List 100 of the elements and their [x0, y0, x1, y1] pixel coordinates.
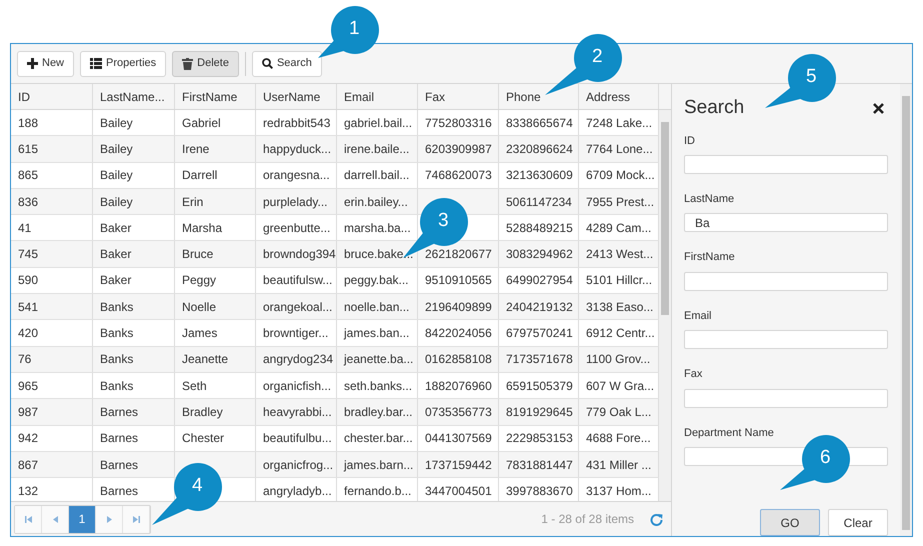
table-cell-text: noelle.ban...	[344, 298, 410, 316]
callout-tooltip	[780, 435, 850, 490]
panel-title: Search	[684, 96, 744, 120]
refresh-icon[interactable]	[650, 512, 663, 526]
table-cell-text: 1737159442	[425, 456, 492, 474]
table-cell-text: 7955 Prest...	[586, 194, 654, 211]
table-cell-text: fernando.b...	[344, 482, 412, 500]
table-cell-text: 1100 Grov...	[586, 351, 650, 368]
table-cell-text: browndog394	[263, 246, 336, 264]
toolbar-button[interactable]: Delete	[172, 50, 239, 76]
page-button[interactable]	[15, 506, 42, 532]
table-cell-text: 41	[18, 220, 32, 237]
table-cell-text: 7248 Lake...	[586, 114, 652, 132]
callout-tooltip	[318, 6, 379, 58]
column-header[interactable]: Email	[337, 84, 418, 109]
table-cell-text: Marsha	[182, 220, 222, 237]
close-icon[interactable]	[873, 102, 884, 114]
next-page-icon	[104, 514, 114, 524]
scrollbar-thumb[interactable]	[902, 96, 910, 530]
table-cell-text: 3447004501	[425, 482, 492, 500]
table-cell-text: irene.baile...	[344, 140, 410, 158]
table-cell-text: 431 Miller ...	[586, 456, 652, 474]
table-cell-text: angryladyb...	[263, 482, 332, 500]
table-cell-text: organicfrog...	[263, 456, 334, 474]
table-cell-text: Bailey	[100, 114, 133, 132]
column-header[interactable]: Fax	[418, 84, 499, 109]
table-cell-text: 6591505379	[506, 378, 573, 395]
last-page-icon	[132, 514, 140, 524]
table-cell-text: Barnes	[100, 456, 138, 474]
table-cell-text: 8191929645	[506, 404, 573, 421]
toolbar-button[interactable]: Search	[252, 50, 322, 76]
table-cell-text: jeanette.ba...	[344, 351, 414, 368]
toolbar-button[interactable]: New	[17, 50, 74, 76]
prev-page-icon	[50, 514, 60, 524]
table-cell-text: 7764 Lone...	[586, 140, 653, 158]
table-cell-text: 8422024056	[425, 325, 492, 342]
callout-tooltip-number: 4	[192, 476, 203, 495]
table-cell-text: Irene	[182, 140, 210, 158]
table-cell-text: 7752803316	[425, 114, 492, 132]
table-cell-text: 942	[18, 430, 38, 448]
field-label: FirstName	[684, 250, 736, 266]
table-cell-text: 865	[18, 167, 38, 184]
table-cell-text: Seth	[182, 378, 207, 395]
input-field[interactable]	[684, 388, 888, 408]
table-cell-text: 3083294962	[506, 246, 573, 264]
input-field[interactable]	[684, 272, 888, 291]
column-header[interactable]: FirstName	[175, 84, 256, 109]
scrollbar-thumb[interactable]	[661, 122, 669, 315]
table-cell-text: 2621820677	[425, 246, 492, 264]
input-field[interactable]: Ba	[684, 213, 888, 232]
table-cell-text: 836	[18, 194, 38, 211]
table-cell-text: Bailey	[100, 140, 133, 158]
table-cell-text: 779 Oak L...	[586, 404, 652, 421]
table-cell-text: organicfish...	[263, 378, 332, 395]
scrollbar[interactable]	[659, 110, 671, 501]
form-button[interactable]: Clear	[828, 509, 888, 536]
table-cell-text: chester.bar...	[344, 430, 413, 448]
table-cell-text: 3213630609	[506, 167, 573, 184]
trash-icon	[182, 58, 194, 70]
table-cell-text: Barnes	[100, 404, 138, 421]
column-header[interactable]: Address	[579, 84, 659, 109]
form-button[interactable]: GO	[760, 509, 820, 536]
table-cell-text: beautifulsw...	[263, 272, 332, 290]
input-field[interactable]	[684, 155, 888, 174]
table-cell-text: 541	[18, 298, 38, 316]
table-cell-text: Darrell	[182, 167, 218, 184]
table-cell-text: Bruce	[182, 246, 214, 264]
callout-tooltip-number: 5	[806, 67, 817, 86]
callout-tooltip	[152, 463, 222, 525]
table-cell-text: 7468620073	[425, 167, 492, 184]
field-label: Department Name	[684, 426, 775, 441]
table-cell-text: gabriel.bail...	[344, 114, 412, 132]
table-cell-text: Banks	[100, 351, 134, 368]
table-cell-text: peggy.bak...	[344, 272, 408, 290]
input-field[interactable]	[684, 330, 888, 350]
table-cell-text: 1882076960	[425, 378, 492, 395]
table-cell-text: Bailey	[100, 167, 133, 184]
page-button[interactable]: 1	[69, 506, 96, 532]
table-cell-text: 2320896624	[506, 140, 573, 158]
column-header[interactable]: UserName	[256, 84, 337, 109]
table-cell-text: Barnes	[100, 482, 138, 500]
table-cell-text: james.barn...	[344, 456, 414, 474]
toolbar-button[interactable]: Properties	[80, 50, 166, 76]
field-label: ID	[684, 134, 696, 148]
column-header[interactable]: ID	[11, 84, 93, 109]
table-cell-text: 4289 Cam...	[586, 220, 652, 237]
table-cell-text: 2404219132	[506, 298, 573, 316]
table-cell-text: 745	[18, 246, 38, 264]
table-cell-text: 6203909987	[425, 140, 492, 158]
table-cell-text: 188	[18, 114, 38, 132]
table-cell-text: Baker	[100, 220, 132, 237]
table-cell-text: 5061147234	[506, 194, 572, 211]
table-cell-text: 3138 Easo...	[586, 298, 654, 316]
table-cell-text: Banks	[100, 325, 134, 342]
scrollbar[interactable]	[900, 84, 912, 536]
search-icon	[262, 58, 273, 69]
column-header[interactable]: LastName...	[93, 84, 175, 109]
table-cell-text: angrydog234	[263, 351, 334, 368]
first-page-icon	[24, 514, 32, 524]
table-cell-text: 76	[18, 351, 32, 368]
